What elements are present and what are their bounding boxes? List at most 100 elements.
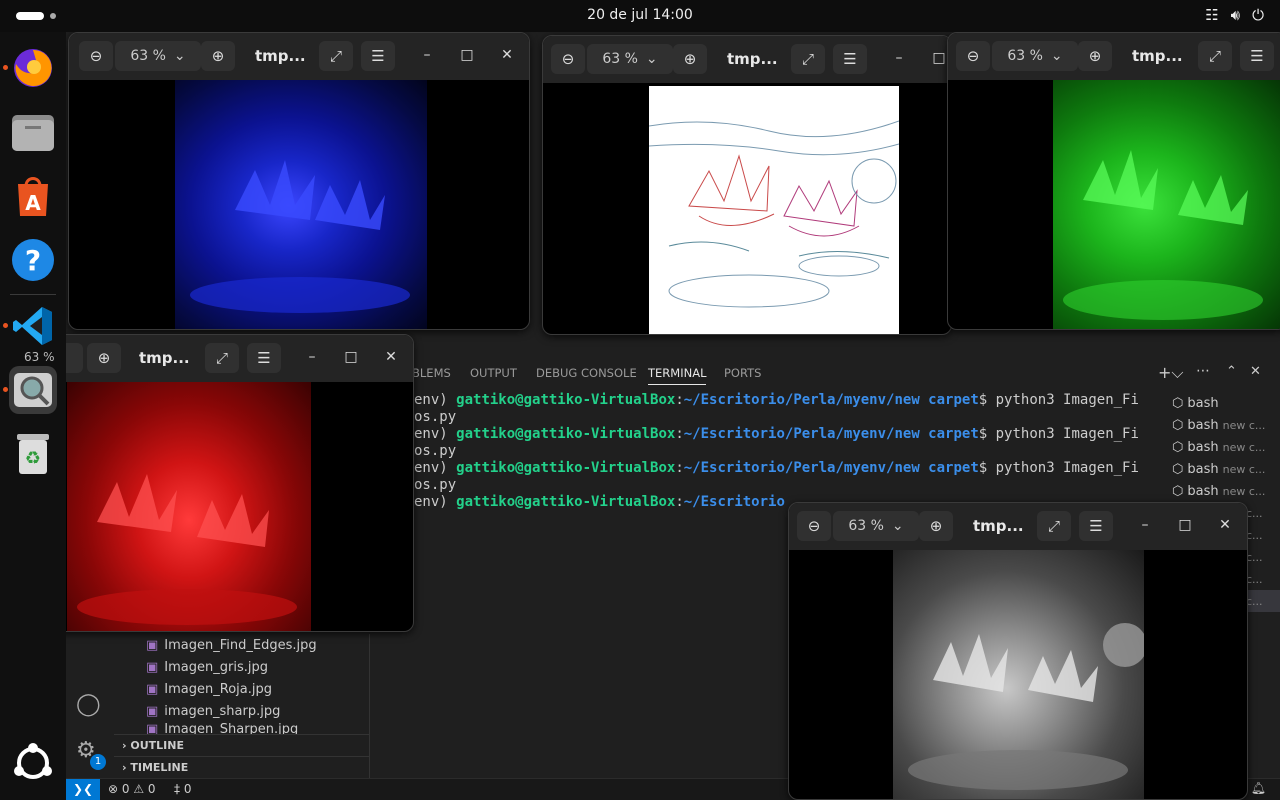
zoom-in-icon[interactable]: ⊕	[919, 511, 953, 541]
edges-filtered-image	[649, 86, 899, 334]
terminal-list-item[interactable]: ⬡ bash new c...	[1160, 458, 1280, 480]
menu-icon[interactable]: ☰	[247, 343, 281, 373]
app-center-icon[interactable]: A	[9, 172, 57, 220]
system-tray[interactable]: ☷ 🔊︎ ⏻	[1205, 6, 1264, 24]
terminal-list-item[interactable]: ⬡ bash new c...	[1160, 414, 1280, 436]
zoom-in-icon[interactable]: ⊕	[1078, 41, 1112, 71]
zoom-select[interactable]: 63 %⌄	[833, 511, 919, 541]
maximize-icon[interactable]: □	[929, 50, 949, 66]
volume-icon[interactable]: 🔊︎	[1231, 6, 1240, 24]
terminal-icon: ⬡	[1172, 395, 1184, 411]
chevron-right-icon: ›	[122, 761, 131, 774]
file-item[interactable]: ▣ Imagen_Roja.jpg	[114, 678, 369, 700]
file-item[interactable]: ▣ Imagen_gris.jpg	[114, 656, 369, 678]
close-icon[interactable]: ✕	[497, 47, 517, 63]
tab-ports[interactable]: PORTS	[724, 366, 761, 380]
window-header: ⊖ 63 % ⌄ ⊕ tmp... ⤢ ☰ – □ ✕	[789, 503, 1247, 550]
menu-icon[interactable]: ☰	[361, 41, 395, 71]
zoom-out-icon[interactable]: ⊖	[956, 41, 990, 71]
tab-debug-console[interactable]: DEBUG CONSOLE	[536, 366, 637, 380]
timeline-section[interactable]: › TIMELINE	[114, 756, 369, 778]
remote-icon[interactable]: ❯❮	[66, 779, 100, 800]
network-icon[interactable]: ☷	[1205, 6, 1218, 24]
help-icon[interactable]: ?	[9, 236, 57, 284]
tab-output[interactable]: OUTPUT	[470, 366, 517, 380]
zoom-out-icon[interactable]: ⊖	[79, 41, 113, 71]
gray-image-window[interactable]: ⊖ 63 % ⌄ ⊕ tmp... ⤢ ☰ – □ ✕	[788, 502, 1248, 800]
new-terminal-icon[interactable]: +⌵	[1158, 363, 1184, 383]
fullscreen-icon[interactable]: ⤢	[319, 41, 353, 71]
zoom-select[interactable]: 63 %⌄	[992, 41, 1078, 71]
show-apps-icon[interactable]	[9, 739, 57, 787]
minimize-icon[interactable]: –	[302, 349, 322, 365]
problems-status[interactable]: ⊗ 0 ⚠ 0	[108, 782, 156, 796]
image-file-icon: ▣	[146, 722, 159, 734]
trash-icon[interactable]: ♻	[9, 430, 57, 478]
files-icon[interactable]	[9, 108, 57, 156]
fullscreen-icon[interactable]: ⤢	[791, 44, 825, 74]
blue-image-window[interactable]: ⊖ 63 % ⌄ ⊕ tmp... ⤢ ☰ – □ ✕	[68, 32, 530, 330]
running-indicator	[3, 323, 8, 328]
fullscreen-icon[interactable]: ⤢	[1198, 41, 1232, 71]
image-file-icon: ▣	[146, 637, 159, 653]
zoom-in-icon[interactable]: ⊕	[673, 44, 707, 74]
zoom-in-icon[interactable]: ⊕	[87, 343, 121, 373]
green-image-window[interactable]: ⊖ 63 % ⌄ ⊕ tmp... ⤢ ☰	[947, 32, 1280, 330]
close-panel-icon[interactable]: ✕	[1250, 364, 1261, 379]
close-icon[interactable]: ✕	[381, 349, 401, 365]
maximize-icon[interactable]: □	[457, 47, 477, 63]
window-title: tmp...	[1132, 47, 1183, 65]
gray-filtered-image	[893, 550, 1144, 799]
zoom-select[interactable]: 63 %⌄	[587, 44, 673, 74]
notifications-bell-icon[interactable]: 🔔︎	[1251, 781, 1266, 795]
firefox-icon[interactable]	[3, 44, 57, 92]
tab-terminal[interactable]: TERMINAL	[648, 366, 707, 385]
minimize-icon[interactable]: –	[1135, 517, 1155, 533]
minimize-icon[interactable]: –	[417, 47, 437, 63]
menu-icon[interactable]: ☰	[1079, 511, 1113, 541]
window-title: tmp...	[139, 349, 190, 367]
window-header: ⊖ 63 % ⌄ ⊕ tmp... ⤢ ☰	[948, 33, 1280, 80]
image-viewer-icon[interactable]	[3, 366, 57, 414]
file-item[interactable]: ▣ imagen_sharp.jpg	[114, 700, 369, 722]
clock[interactable]: 20 de jul 14:00	[0, 7, 1280, 23]
maximize-panel-icon[interactable]: ⌃	[1226, 364, 1237, 379]
terminal-list-item[interactable]: ⬡ bash new c...	[1160, 436, 1280, 458]
account-icon[interactable]: ◯	[76, 692, 101, 717]
tab-problems[interactable]: BLEMS	[412, 366, 451, 380]
file-item[interactable]: ▣ Imagen_Find_Edges.jpg	[114, 634, 369, 656]
blue-filtered-image	[175, 80, 427, 329]
running-indicator	[3, 387, 8, 392]
zoom-out-icon[interactable]: ⊖	[551, 44, 585, 74]
window-title: tmp...	[727, 50, 778, 68]
file-item[interactable]: ▣ Imagen_Sharpen.jpg	[114, 722, 369, 734]
zoom-select[interactable]: 63 %⌄	[115, 41, 201, 71]
window-header: ⊖ 63 % ⌄ ⊕ tmp... ⤢ ☰ – □	[543, 36, 951, 83]
red-image-window[interactable]: 63 %⌄ ⊕ tmp... ⤢ ☰ – □ ✕	[40, 334, 414, 632]
edges-image-window[interactable]: ⊖ 63 % ⌄ ⊕ tmp... ⤢ ☰ – □	[542, 35, 952, 335]
chevron-down-icon: ⌄	[645, 51, 658, 67]
maximize-icon[interactable]: □	[341, 349, 361, 365]
terminal-icon: ⬡	[1172, 417, 1184, 433]
ports-status[interactable]: ‡ 0	[174, 782, 191, 796]
zoom-out-icon[interactable]: ⊖	[797, 511, 831, 541]
fullscreen-icon[interactable]: ⤢	[1037, 511, 1071, 541]
terminal-line-wrap: os.py	[414, 409, 457, 425]
minimize-icon[interactable]: –	[889, 50, 909, 66]
image-file-icon: ▣	[146, 659, 159, 675]
close-icon[interactable]: ✕	[1215, 517, 1235, 533]
zoom-in-icon[interactable]: ⊕	[201, 41, 235, 71]
terminal-list-item[interactable]: ⬡ bash	[1160, 392, 1280, 414]
power-icon[interactable]: ⏻	[1252, 6, 1264, 24]
menu-icon[interactable]: ☰	[833, 44, 867, 74]
menu-icon[interactable]: ☰	[1240, 41, 1274, 71]
more-actions-icon[interactable]: ⋯	[1196, 363, 1210, 379]
fullscreen-icon[interactable]: ⤢	[205, 343, 239, 373]
outline-section[interactable]: › OUTLINE	[114, 734, 369, 756]
terminal-list-item[interactable]: ⬡ bash new c...	[1160, 480, 1280, 502]
vscode-icon[interactable]	[3, 302, 57, 350]
maximize-icon[interactable]: □	[1175, 517, 1195, 533]
terminal-output[interactable]: env) gattiko@gattiko-VirtualBox:~/Escrit…	[414, 392, 1149, 511]
terminal-line: env) gattiko@gattiko-VirtualBox:~/Escrit…	[414, 460, 1139, 476]
chevron-right-icon: ›	[122, 739, 131, 752]
